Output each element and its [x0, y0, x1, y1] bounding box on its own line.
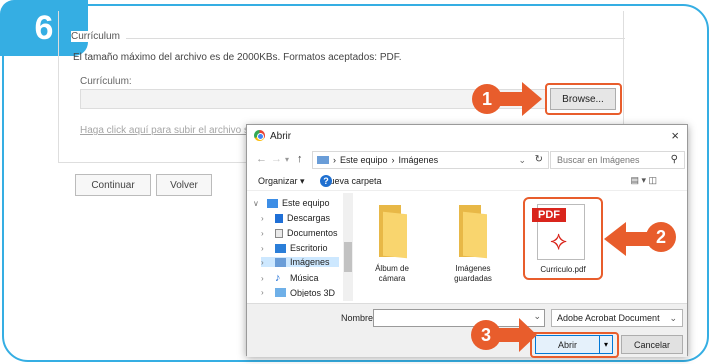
desktop-icon [275, 243, 286, 253]
address-row: ← → ▾ ↑ › Este equipo › Imágenes ⌄ ↻ Bus… [247, 149, 687, 171]
file-type-select[interactable]: Adobe Acrobat Document ⌄ [551, 309, 683, 327]
navigation-tree: ∨ Este equipo › Descargas › Documentos ›… [247, 193, 353, 303]
chrome-icon [254, 130, 265, 141]
file-item-album-camara[interactable]: Álbum de cámara [357, 264, 427, 284]
recent-dropdown-icon[interactable]: ▾ [285, 155, 289, 164]
tree-item-documentos[interactable]: › Documentos [261, 228, 338, 238]
tree-scrollbar[interactable] [343, 193, 353, 301]
open-button[interactable]: Abrir [535, 335, 600, 354]
browse-button[interactable]: Browse... [550, 88, 616, 110]
cv-field-label: Currículum: [80, 76, 132, 87]
chevron-down-icon[interactable]: ⌄ [518, 155, 526, 166]
search-icon: ⚲ [670, 154, 678, 165]
view-options-icon[interactable]: ▤ ▾ ◫ [630, 175, 657, 186]
continue-button[interactable]: Continuar [75, 174, 151, 196]
arrow-left-icon [604, 222, 652, 256]
download-icon [275, 213, 283, 223]
up-arrow-icon[interactable]: ↑ [297, 153, 303, 165]
dialog-toolbar: Organizar ▾ Nueva carpeta ▤ ▾ ◫ ? [247, 173, 687, 191]
tree-item-musica[interactable]: › ♪ Música [261, 271, 319, 284]
dialog-title: Abrir [270, 131, 292, 142]
callout-2: 2 [646, 222, 676, 252]
chevron-down-icon: ⌄ [669, 313, 677, 323]
breadcrumb-imagenes[interactable]: Imágenes [399, 155, 439, 165]
computer-icon [267, 198, 278, 208]
cancel-button[interactable]: Cancelar [621, 335, 683, 354]
file-item-curriculo-pdf[interactable]: Curriculo.pdf [528, 265, 598, 274]
fieldset-divider [97, 38, 625, 39]
open-dropdown-icon[interactable]: ▾ [599, 335, 613, 354]
refresh-icon[interactable]: ↻ [535, 154, 543, 165]
tree-item-objetos-3d[interactable]: › Objetos 3D [261, 288, 335, 297]
organize-menu[interactable]: Organizar ▾ [258, 176, 305, 187]
search-input[interactable]: Buscar en Imágenes ⚲ [550, 151, 685, 169]
tree-item-este-equipo[interactable]: ∨ Este equipo [253, 198, 330, 208]
pictures-icon [275, 257, 286, 267]
dialog-footer: Nombre: ⌄ Adobe Acrobat Document ⌄ Abrir… [247, 303, 687, 358]
arrow-right-icon [500, 82, 542, 116]
tree-item-escritorio[interactable]: › Escritorio [261, 243, 328, 253]
callout-1: 1 [472, 84, 502, 114]
breadcrumb-este-equipo[interactable]: Este equipo [340, 155, 388, 165]
callout-3: 3 [471, 320, 501, 350]
pdf-file-icon[interactable]: PDF ⟡ [532, 204, 585, 260]
close-icon[interactable]: × [671, 128, 679, 143]
address-bar[interactable]: › Este equipo › Imágenes ⌄ ↻ [312, 151, 549, 169]
pictures-folder-icon [317, 156, 329, 164]
file-item-imagenes-guardadas[interactable]: Imágenes guardadas [438, 264, 508, 284]
acrobat-icon: ⟡ [550, 225, 568, 255]
music-icon: ♪ [275, 271, 281, 284]
fieldset-legend: Currículum [71, 31, 126, 42]
help-icon[interactable]: ? [320, 175, 332, 187]
tree-item-descargas[interactable]: › Descargas [261, 213, 330, 223]
back-button[interactable]: Volver [156, 174, 212, 196]
filename-label: Nombre: [341, 313, 376, 323]
folder-icon[interactable] [459, 205, 487, 259]
back-arrow-icon[interactable]: ← [256, 153, 267, 165]
file-help-text: El tamaño máximo del archivo es de 2000K… [73, 52, 402, 63]
documents-icon [275, 228, 283, 238]
arrow-right-icon [499, 318, 537, 352]
objects-3d-icon [275, 288, 286, 297]
forward-arrow-icon[interactable]: → [271, 153, 282, 165]
folder-icon[interactable] [379, 205, 407, 259]
dialog-titlebar: Abrir × [247, 125, 687, 147]
tree-item-imagenes[interactable]: › Imágenes [261, 257, 339, 267]
